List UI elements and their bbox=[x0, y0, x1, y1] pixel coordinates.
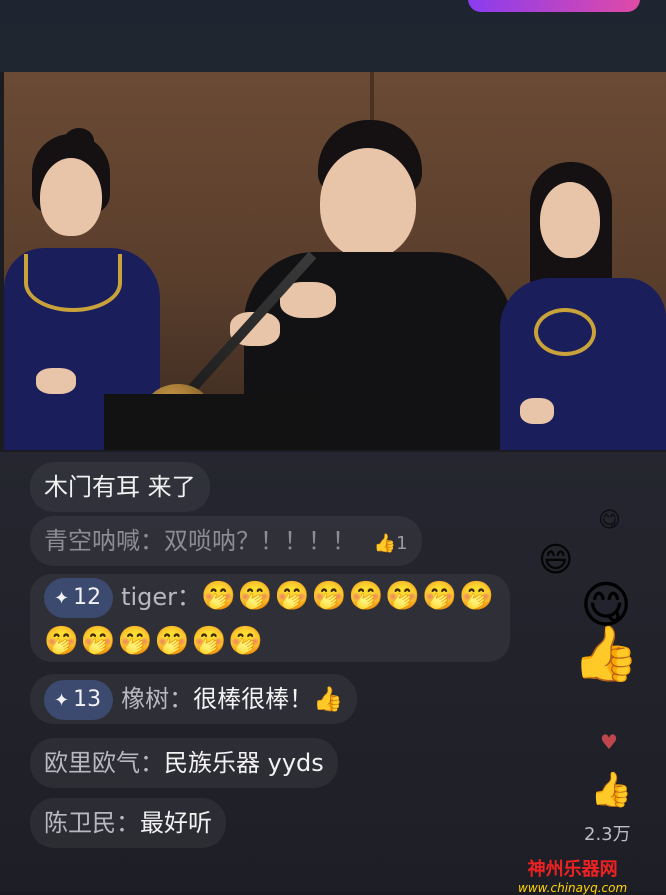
comment-item: ✦ 12 tiger：🤭🤭🤭🤭🤭🤭🤭🤭 🤭🤭🤭🤭🤭🤭 bbox=[30, 574, 510, 662]
fan-level: 13 bbox=[73, 687, 102, 712]
fan-level: 12 bbox=[73, 585, 102, 610]
comment-emoji-line: 🤭🤭🤭🤭🤭🤭🤭🤭 bbox=[201, 579, 496, 612]
emoji-icon: 😄 bbox=[538, 540, 574, 580]
music-stand bbox=[104, 394, 328, 450]
comment-username[interactable]: 陈卫民： bbox=[44, 809, 140, 837]
comment-item: 青空呐喊：双唢呐？！！！！ 👍1 bbox=[30, 516, 422, 566]
comment-username[interactable]: 橡树： bbox=[121, 685, 193, 713]
comment-text: 最好听 bbox=[140, 809, 212, 837]
comment-text: 很棒很棒！👍 bbox=[193, 685, 343, 713]
thumbs-up-icon: 👍 bbox=[572, 622, 640, 685]
comment-text: 双唢呐？！！！！ bbox=[164, 527, 356, 555]
comment-text: 木门有耳 来了 bbox=[44, 473, 196, 501]
watermark-url: www.chinayq.com bbox=[518, 881, 628, 895]
comment-item: ✦ 13 橡树：很棒很棒！👍 bbox=[30, 674, 357, 724]
top-gift-pill[interactable] bbox=[468, 0, 640, 12]
comment-text: 民族乐器 yyds bbox=[164, 749, 324, 777]
top-bar bbox=[0, 0, 666, 72]
comment-like-count: 1 bbox=[396, 533, 408, 554]
comment-emoji-line: 🤭🤭🤭🤭🤭🤭 bbox=[44, 624, 266, 657]
thumbs-up-icon[interactable]: 👍 bbox=[590, 770, 632, 810]
right-performer bbox=[494, 72, 666, 450]
watermark-title: 神州乐器网 bbox=[527, 859, 618, 880]
heart-icon: ♥ bbox=[600, 730, 618, 754]
sparkle-icon: ✦ bbox=[54, 690, 70, 711]
live-video[interactable] bbox=[4, 72, 666, 450]
fan-level-badge[interactable]: ✦ 12 bbox=[44, 578, 114, 618]
comment-username[interactable]: 欧里欧气： bbox=[44, 749, 164, 777]
comment-username[interactable]: tiger： bbox=[121, 583, 201, 611]
comment-item: 欧里欧气：民族乐器 yyds bbox=[30, 738, 338, 788]
comment-item: 陈卫民：最好听 bbox=[30, 798, 226, 848]
comment-item: 木门有耳 来了 bbox=[30, 462, 210, 512]
like-count: 2.3万 bbox=[584, 824, 631, 845]
comment-username[interactable]: 青空呐喊： bbox=[44, 527, 164, 555]
emoji-icon: 😋 bbox=[598, 508, 621, 533]
sparkle-icon: ✦ bbox=[54, 588, 70, 609]
comment-like[interactable]: 👍1 bbox=[374, 533, 408, 554]
watermark: 神州乐器网 www.chinayq.com bbox=[518, 855, 627, 895]
thumbs-up-icon: 👍 bbox=[373, 533, 397, 554]
fan-level-badge[interactable]: ✦ 13 bbox=[44, 680, 114, 720]
